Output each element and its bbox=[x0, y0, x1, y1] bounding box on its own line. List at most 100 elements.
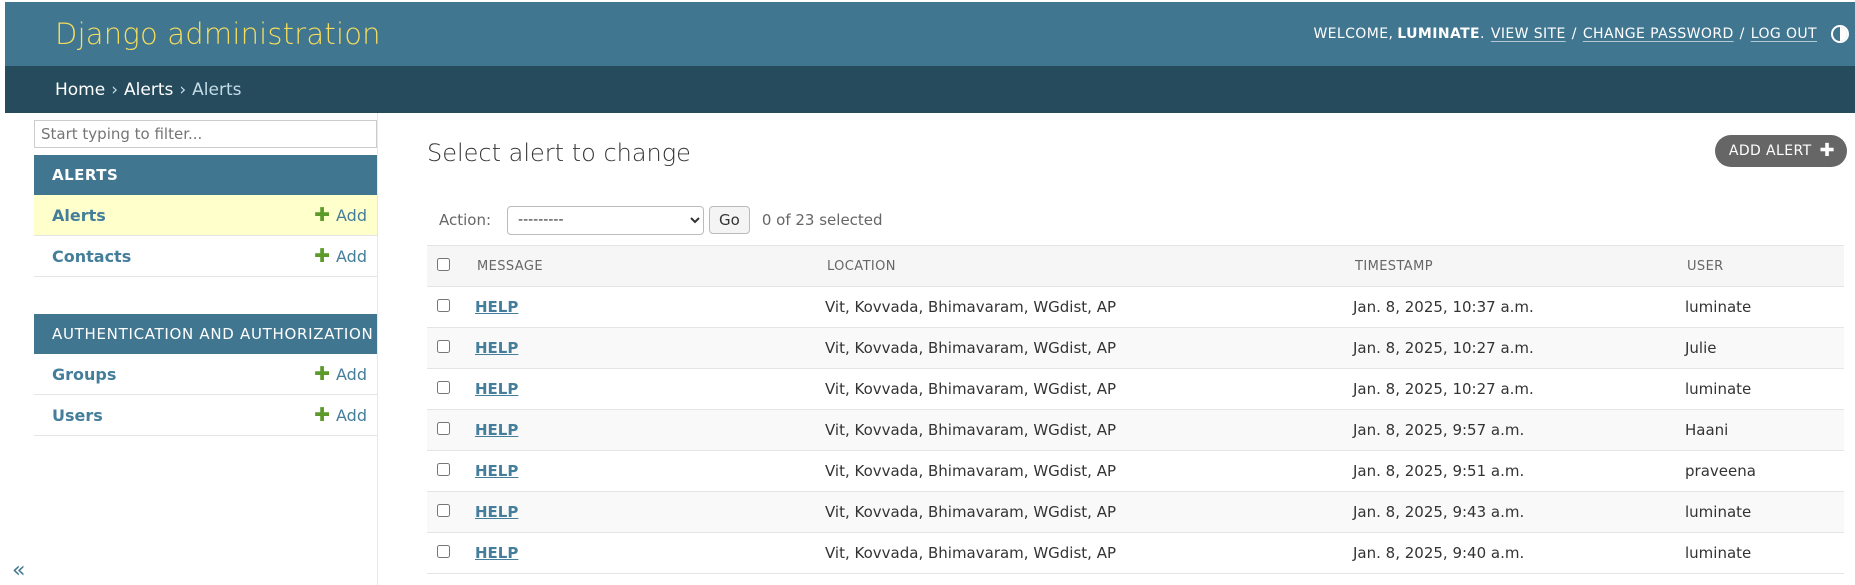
sidebar-item-contacts: Contacts ✚ Add bbox=[34, 236, 377, 277]
module-caption-auth[interactable]: AUTHENTICATION AND AUTHORIZATION bbox=[34, 314, 377, 354]
row-checkbox[interactable] bbox=[437, 340, 450, 353]
view-site-link[interactable]: VIEW SITE bbox=[1491, 26, 1566, 42]
add-label: Add bbox=[336, 364, 367, 384]
user-tools: WELCOME, LUMINATE. VIEW SITE / CHANGE PA… bbox=[1313, 25, 1849, 43]
timestamp-cell: Jan. 8, 2025, 9:40 a.m. bbox=[1345, 532, 1677, 574]
plus-icon: ✚ bbox=[1819, 140, 1835, 161]
message-cell: HELP bbox=[467, 327, 817, 369]
message-cell: HELP bbox=[467, 409, 817, 451]
table-row: HELP Vit, Kovvada, Bhimavaram, WGdist, AP… bbox=[427, 368, 1844, 410]
column-header-timestamp[interactable]: TIMESTAMP bbox=[1345, 245, 1677, 287]
go-button[interactable]: Go bbox=[709, 206, 750, 234]
add-contacts-link[interactable]: ✚ Add bbox=[314, 244, 367, 267]
message-cell: HELP bbox=[467, 491, 817, 533]
main: ALERTS Alerts ✚Add Contacts ✚Add AUTHENT… bbox=[5, 113, 1855, 585]
separator: / bbox=[1739, 26, 1745, 42]
table-body: HELP Vit, Kovvada, Bhimavaram, WGdist, AP… bbox=[427, 286, 1844, 574]
message-link[interactable]: HELP bbox=[475, 462, 518, 480]
add-label: Add bbox=[336, 205, 367, 225]
user-cell: praveena bbox=[1677, 450, 1844, 492]
breadcrumb-current: Alerts bbox=[192, 79, 242, 100]
location-cell: Vit, Kovvada, Bhimavaram, WGdist, AP bbox=[817, 286, 1345, 328]
theme-toggle-icon[interactable] bbox=[1831, 25, 1849, 43]
user-cell: luminate bbox=[1677, 286, 1844, 328]
timestamp-cell: Jan. 8, 2025, 9:51 a.m. bbox=[1345, 450, 1677, 492]
message-cell: HELP bbox=[467, 368, 817, 410]
site-branding[interactable]: Django administration bbox=[55, 17, 381, 51]
location-cell: Vit, Kovvada, Bhimavaram, WGdist, AP bbox=[817, 491, 1345, 533]
user-cell: Haani bbox=[1677, 409, 1844, 451]
timestamp-cell: Jan. 8, 2025, 9:43 a.m. bbox=[1345, 491, 1677, 533]
collapse-sidebar-icon[interactable]: « bbox=[12, 558, 25, 583]
message-link[interactable]: HELP bbox=[475, 380, 518, 398]
sidebar-link-users[interactable]: Users bbox=[52, 406, 103, 425]
user-cell: luminate bbox=[1677, 532, 1844, 574]
message-link[interactable]: HELP bbox=[475, 298, 518, 316]
sidebar-item-alerts: Alerts ✚ Add bbox=[34, 195, 377, 236]
breadcrumb-home[interactable]: Home bbox=[55, 80, 105, 100]
table-row: HELP Vit, Kovvada, Bhimavaram, WGdist, AP… bbox=[427, 532, 1844, 574]
message-cell: HELP bbox=[467, 286, 817, 328]
timestamp-cell: Jan. 8, 2025, 10:27 a.m. bbox=[1345, 368, 1677, 410]
user-cell: Julie bbox=[1677, 327, 1844, 369]
breadcrumb-app[interactable]: Alerts bbox=[124, 80, 173, 100]
row-select-cell bbox=[427, 368, 467, 410]
add-users-link[interactable]: ✚ Add bbox=[314, 405, 367, 425]
row-checkbox[interactable] bbox=[437, 381, 450, 394]
row-checkbox[interactable] bbox=[437, 504, 450, 517]
module-alerts: ALERTS Alerts ✚ Add Contacts ✚ Add bbox=[34, 155, 377, 277]
separator: / bbox=[1571, 26, 1577, 42]
location-cell: Vit, Kovvada, Bhimavaram, WGdist, AP bbox=[817, 450, 1345, 492]
column-header-message[interactable]: MESSAGE bbox=[467, 245, 817, 287]
sidebar-link-contacts[interactable]: Contacts bbox=[52, 247, 131, 266]
welcome-text: WELCOME, bbox=[1313, 26, 1394, 42]
row-checkbox[interactable] bbox=[437, 545, 450, 558]
message-link[interactable]: HELP bbox=[475, 544, 518, 562]
nav-sidebar: ALERTS Alerts ✚Add Contacts ✚Add AUTHENT… bbox=[5, 113, 378, 585]
sidebar-link-alerts[interactable]: Alerts bbox=[52, 206, 106, 225]
log-out-link[interactable]: LOG OUT bbox=[1751, 26, 1817, 42]
timestamp-cell: Jan. 8, 2025, 9:57 a.m. bbox=[1345, 409, 1677, 451]
select-all-checkbox[interactable] bbox=[437, 257, 450, 271]
column-header-user[interactable]: USER bbox=[1677, 245, 1844, 287]
table-row: HELP Vit, Kovvada, Bhimavaram, WGdist, AP… bbox=[427, 409, 1844, 451]
username: LUMINATE bbox=[1397, 26, 1481, 42]
row-checkbox[interactable] bbox=[437, 463, 450, 476]
row-select-cell bbox=[427, 327, 467, 369]
sidebar-link-groups[interactable]: Groups bbox=[52, 365, 116, 384]
breadcrumb-arrow: › bbox=[111, 79, 119, 100]
sidebar-item-groups: Groups ✚ Add bbox=[34, 354, 377, 395]
add-label: Add bbox=[336, 405, 367, 425]
timestamp-cell: Jan. 8, 2025, 10:27 a.m. bbox=[1345, 327, 1677, 369]
user-cell: luminate bbox=[1677, 368, 1844, 410]
message-link[interactable]: HELP bbox=[475, 503, 518, 521]
admin-page: Django administration WELCOME, LUMINATE.… bbox=[5, 2, 1855, 585]
column-header-location[interactable]: LOCATION bbox=[817, 245, 1345, 287]
row-checkbox[interactable] bbox=[437, 299, 450, 312]
action-select[interactable]: --------- bbox=[507, 205, 705, 235]
row-checkbox[interactable] bbox=[437, 422, 450, 435]
message-link[interactable]: HELP bbox=[475, 339, 518, 357]
module-caption-alerts[interactable]: ALERTS bbox=[34, 155, 377, 195]
row-select-cell bbox=[427, 491, 467, 533]
add-groups-link[interactable]: ✚ Add bbox=[314, 364, 367, 384]
message-link[interactable]: HELP bbox=[475, 421, 518, 439]
table-row: HELP Vit, Kovvada, Bhimavaram, WGdist, AP… bbox=[427, 491, 1844, 533]
change-password-link[interactable]: CHANGE PASSWORD bbox=[1583, 26, 1734, 42]
plus-icon: ✚ bbox=[314, 203, 331, 226]
object-tools: ADD ALERT ✚ bbox=[1714, 135, 1847, 167]
sidebar-item-users: Users ✚ Add bbox=[34, 395, 377, 436]
row-select-cell bbox=[427, 450, 467, 492]
table-row: HELP Vit, Kovvada, Bhimavaram, WGdist, AP… bbox=[427, 327, 1844, 369]
user-cell: luminate bbox=[1677, 491, 1844, 533]
add-alerts-link[interactable]: ✚ Add bbox=[314, 203, 367, 226]
add-label: Add bbox=[336, 246, 367, 266]
message-cell: HELP bbox=[467, 532, 817, 574]
nav-filter-input[interactable] bbox=[34, 120, 377, 148]
plus-icon: ✚ bbox=[314, 244, 331, 267]
row-select-cell bbox=[427, 286, 467, 328]
add-alert-button[interactable]: ADD ALERT ✚ bbox=[1714, 135, 1847, 167]
timestamp-cell: Jan. 8, 2025, 10:37 a.m. bbox=[1345, 286, 1677, 328]
select-all-cell bbox=[427, 245, 467, 287]
result-table: MESSAGE LOCATION TIMESTAMP USER HELP Vit,… bbox=[427, 245, 1844, 574]
